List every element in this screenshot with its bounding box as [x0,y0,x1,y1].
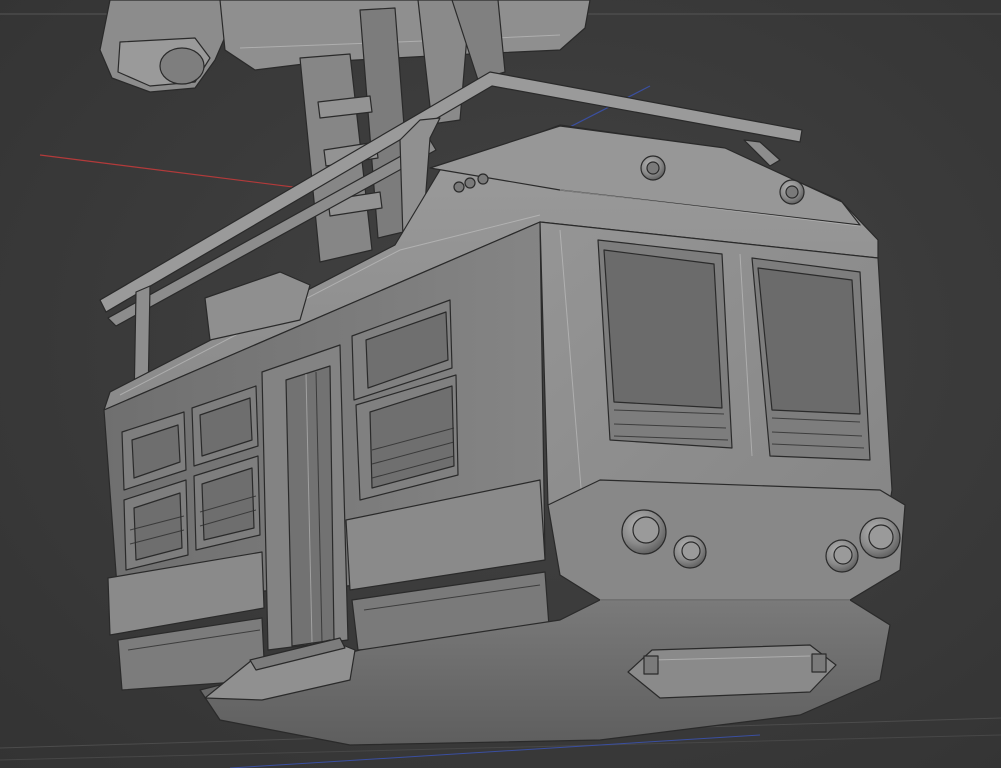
front-window-left[interactable] [597,239,733,449]
headlight-right-inner [825,539,859,573]
viewport-canvas[interactable] [0,0,1001,768]
cable-car-mesh-icon[interactable] [99,0,906,746]
3d-viewport[interactable] [0,0,1001,768]
headlight-left-inner [673,535,707,569]
bottom-skid-plate[interactable] [627,644,837,699]
headlight-right-outer [859,517,901,559]
front-window-right[interactable] [751,257,871,461]
headlight-left-outer [621,509,667,555]
